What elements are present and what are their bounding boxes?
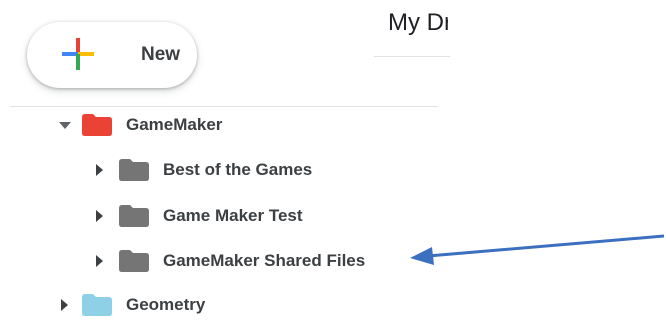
annotation-arrow-icon (410, 234, 665, 265)
